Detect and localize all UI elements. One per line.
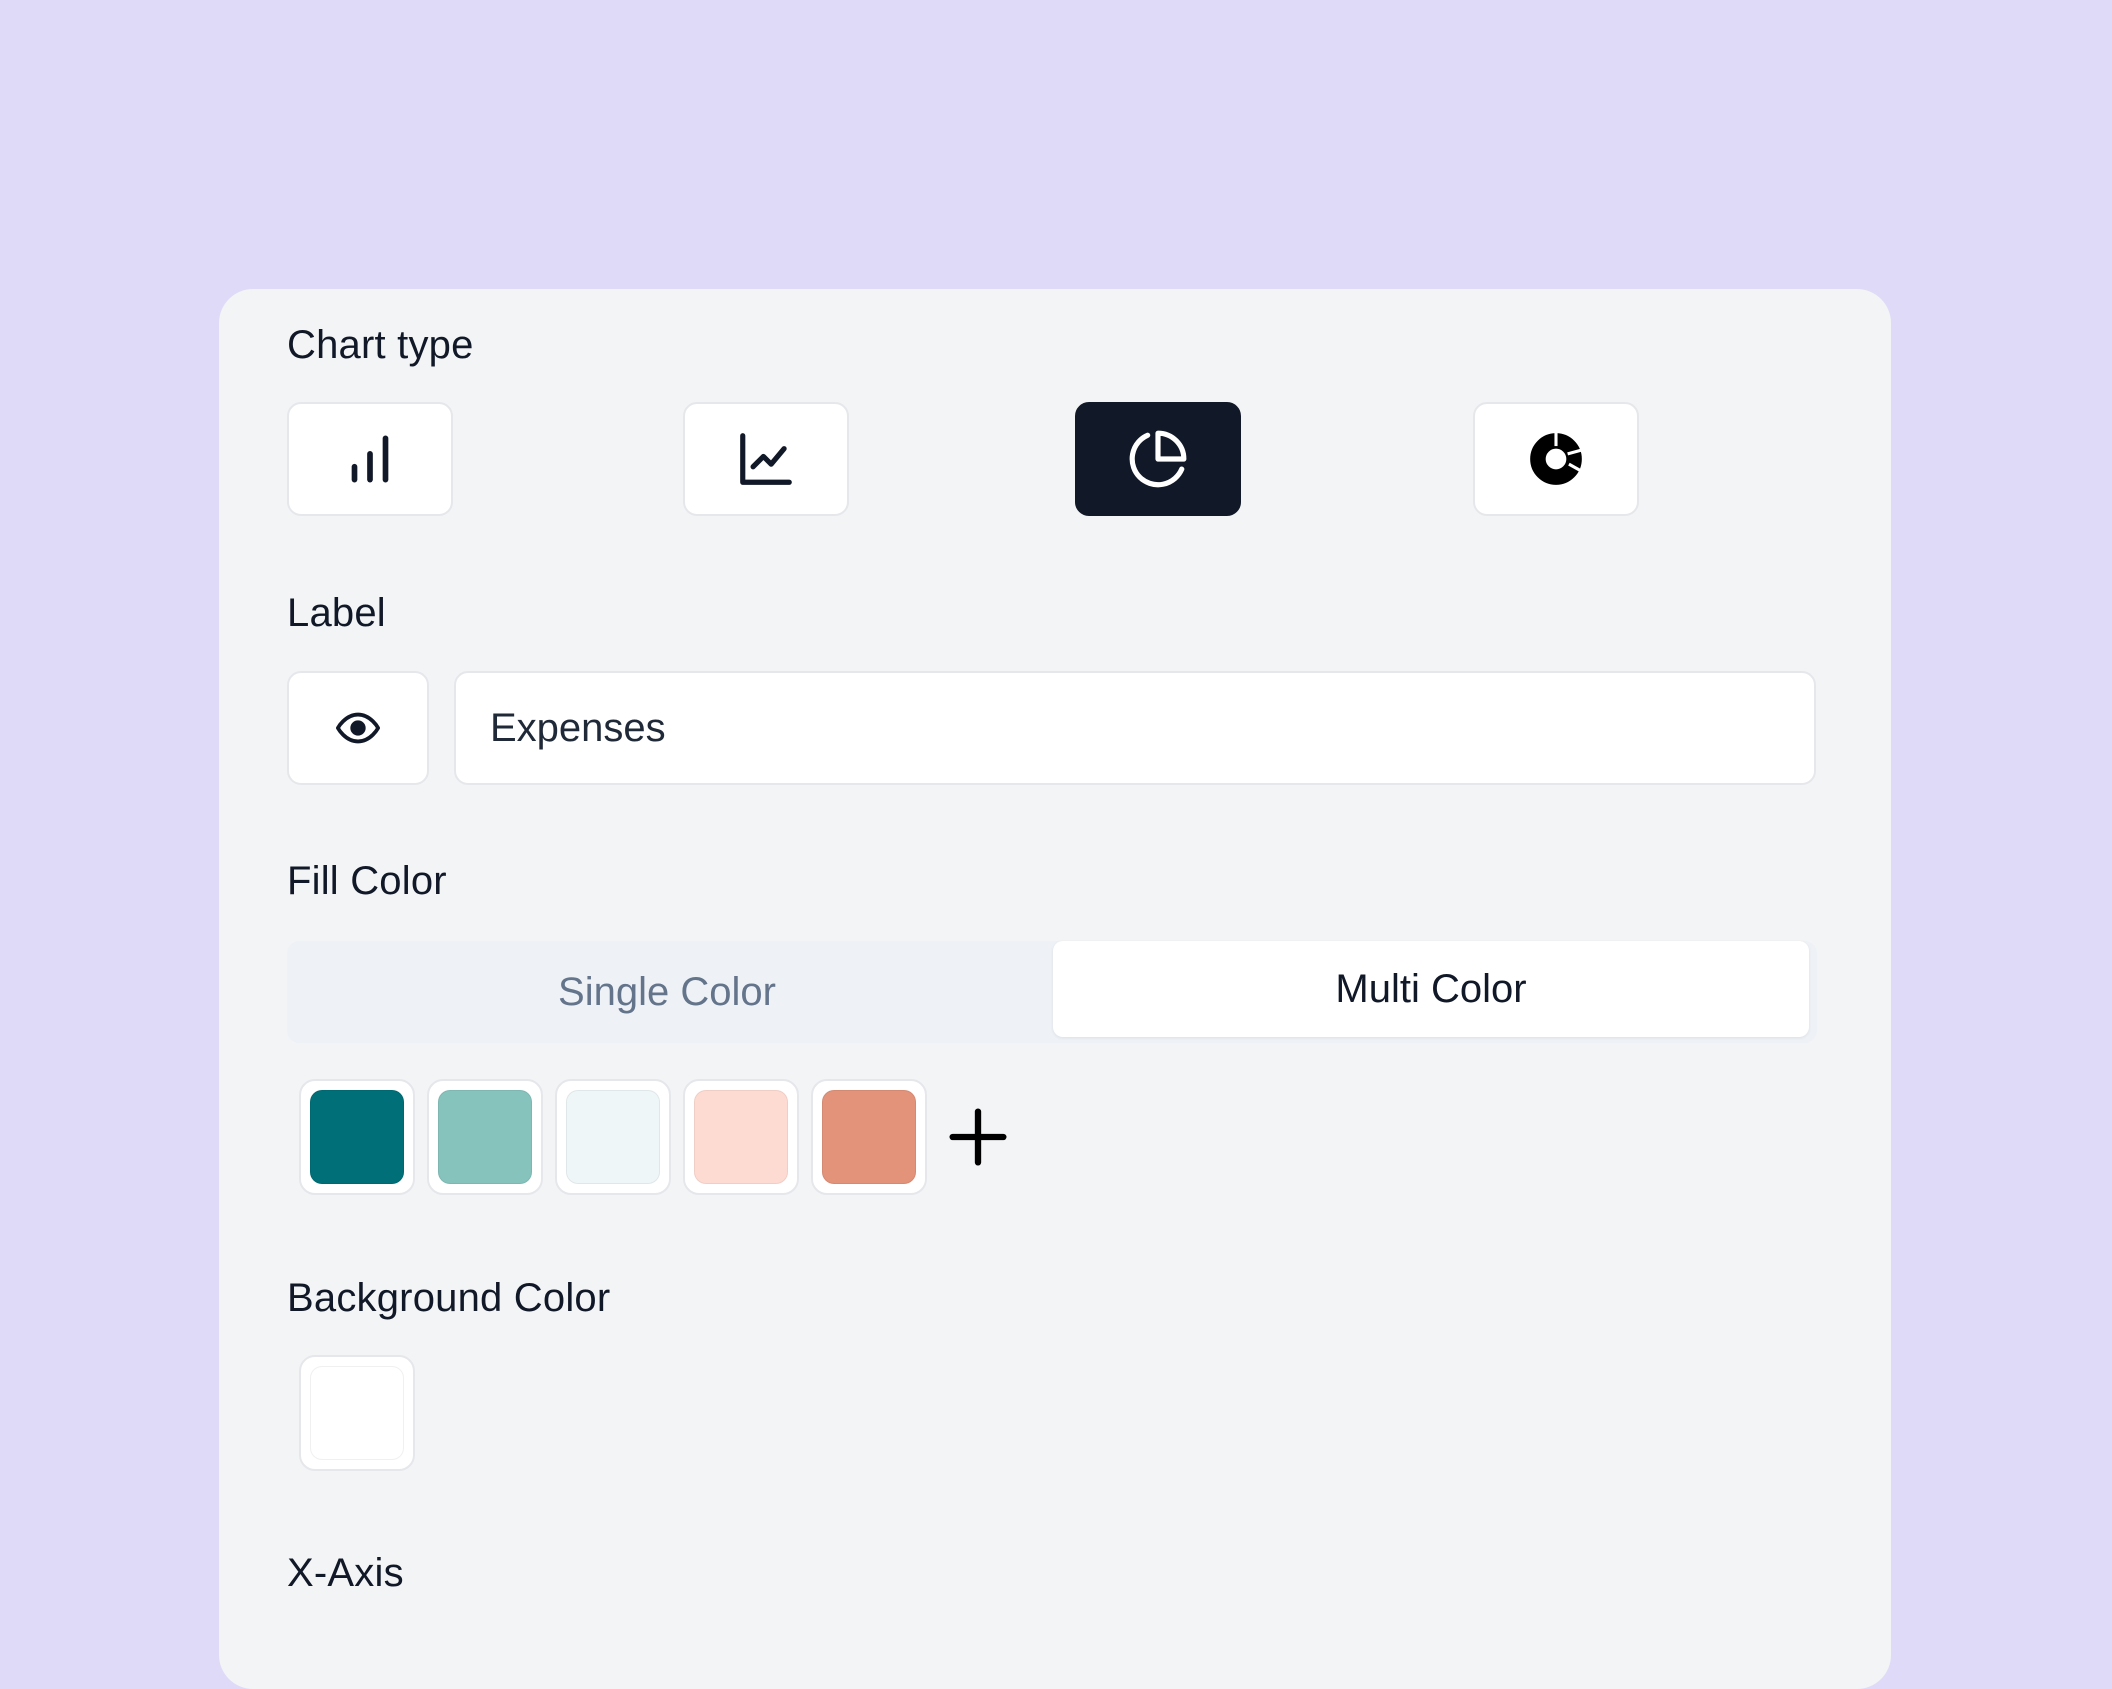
- swatch-fill: [694, 1090, 788, 1184]
- single-color-option[interactable]: Single Color: [287, 941, 1047, 1043]
- line-chart-icon: [740, 433, 792, 485]
- multi-color-option[interactable]: Multi Color: [1053, 941, 1809, 1037]
- swatch-fill: [310, 1366, 404, 1460]
- color-swatch[interactable]: [427, 1079, 543, 1195]
- pie-chart-icon: [1129, 430, 1187, 488]
- swatch-fill: [566, 1090, 660, 1184]
- swatch-fill: [310, 1090, 404, 1184]
- color-swatch[interactable]: [811, 1079, 927, 1195]
- fill-mode-toggle: Single Color Multi Color: [287, 941, 1817, 1043]
- line-chart-button[interactable]: [683, 402, 849, 516]
- donut-chart-button[interactable]: [1473, 402, 1639, 516]
- color-swatch[interactable]: [683, 1079, 799, 1195]
- x-axis-heading: X-Axis: [287, 1551, 404, 1595]
- swatch-fill: [822, 1090, 916, 1184]
- label-heading: Label: [287, 591, 386, 635]
- background-color-heading: Background Color: [287, 1276, 611, 1320]
- background-color-swatch[interactable]: [299, 1355, 415, 1471]
- bar-chart-icon: [351, 435, 389, 483]
- pie-chart-button[interactable]: [1075, 402, 1241, 516]
- eye-icon: [335, 712, 381, 744]
- label-visibility-toggle[interactable]: [287, 671, 429, 785]
- swatch-fill: [438, 1090, 532, 1184]
- add-color-button[interactable]: [935, 1094, 1021, 1180]
- color-swatch[interactable]: [299, 1079, 415, 1195]
- fill-color-heading: Fill Color: [287, 859, 447, 903]
- fill-color-swatches: [299, 1079, 1021, 1195]
- chart-type-heading: Chart type: [287, 323, 474, 367]
- label-input[interactable]: [454, 671, 1816, 785]
- color-swatch[interactable]: [555, 1079, 671, 1195]
- donut-chart-icon: [1530, 431, 1583, 485]
- plus-icon: [949, 1108, 1007, 1166]
- chart-settings-panel: Chart type Label Expenses Fill Color Sin…: [219, 289, 1891, 1689]
- bar-chart-button[interactable]: [287, 402, 453, 516]
